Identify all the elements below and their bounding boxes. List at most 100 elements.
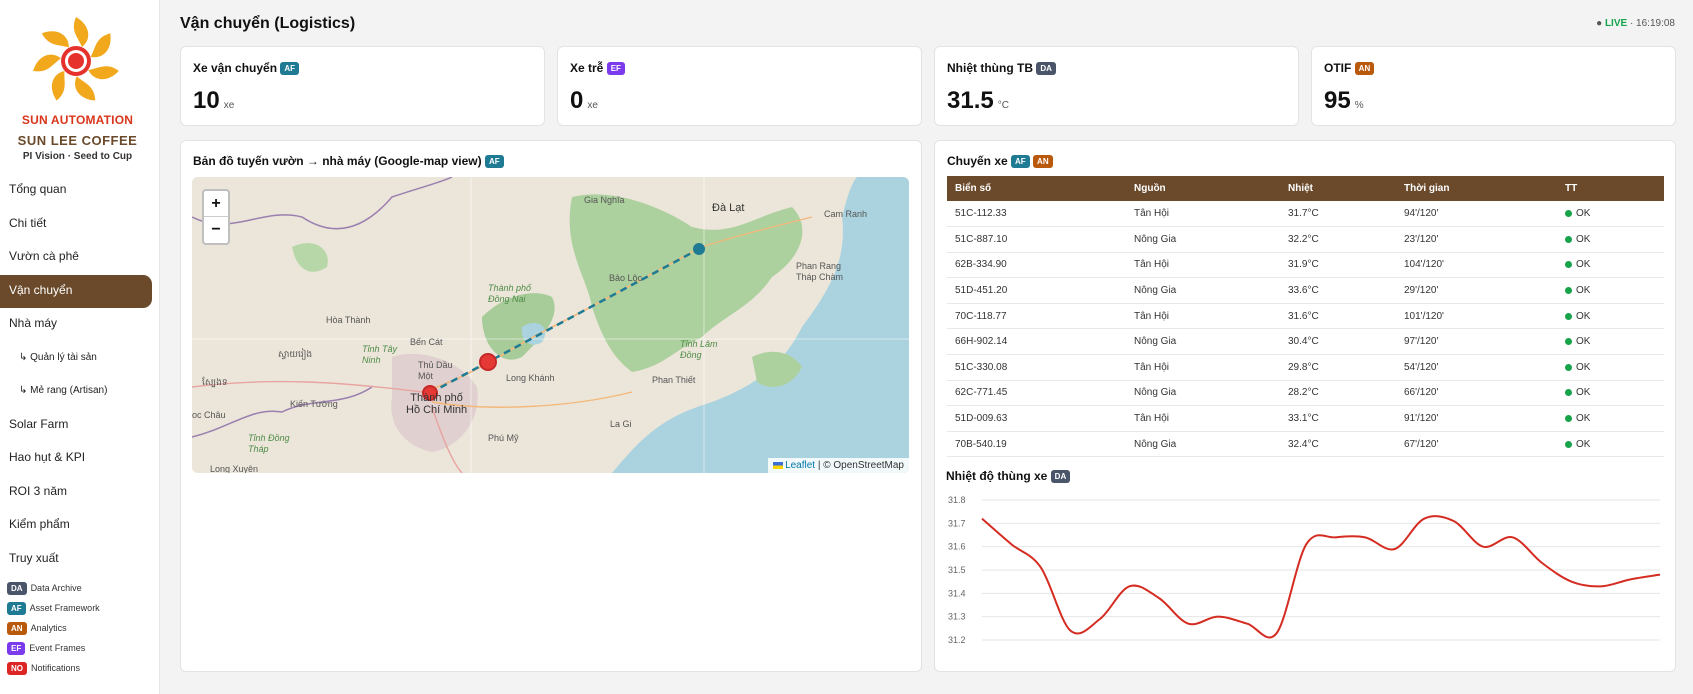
table-cell: 67'/120' (1396, 431, 1557, 458)
status-ok-icon (1565, 389, 1572, 397)
zoom-in-button[interactable]: + (204, 191, 228, 217)
table-cell: 31.7°C (1280, 201, 1396, 228)
table-row[interactable]: 51C-887.10 Nông Gia 32.2°C 23'/120' OK (947, 226, 1664, 253)
live-status: ● LIVE · 16:19:08 (1596, 18, 1675, 29)
legend-label: Event Frames (29, 643, 86, 653)
status-text: OK (1576, 361, 1591, 373)
table-row[interactable]: 51C-330.08 Tân Hội 29.8°C 54'/120' OK (947, 354, 1664, 381)
trips-title: Chuyến xe (947, 154, 1008, 168)
table-cell: Nông Gia (1126, 431, 1280, 458)
map-label: Phú Mỹ (488, 433, 519, 443)
status-cell: OK (1557, 226, 1664, 253)
trips-badge: AN (1033, 155, 1053, 169)
kpi-badge: AF (280, 62, 300, 76)
table-row[interactable]: 51C-112.33 Tân Hội 31.7°C 94'/120' OK (947, 201, 1664, 228)
status-ok-icon (1565, 286, 1572, 294)
map-badge: AF (484, 155, 504, 169)
sidebar-item-solar-farm[interactable]: Solar Farm (0, 409, 160, 443)
table-cell: 32.2°C (1280, 226, 1396, 253)
kpi-title: Xe trễ (570, 61, 604, 75)
y-tick-label: 31.8 (948, 495, 966, 505)
kpi-badge: EF (606, 62, 625, 76)
column-header[interactable]: Nhiệt (1280, 176, 1396, 201)
column-header[interactable]: Biển số (947, 176, 1126, 201)
table-row[interactable]: 62B-334.90 Tân Hội 31.9°C 104'/120' OK (947, 252, 1664, 279)
y-tick-label: 31.7 (948, 518, 966, 528)
table-cell: 54'/120' (1396, 354, 1557, 381)
table-cell: 62B-334.90 (947, 252, 1126, 279)
legend-item: AN Analytics (7, 618, 100, 638)
table-row[interactable]: 51D-009.63 Tân Hội 33.1°C 91'/120' OK (947, 405, 1664, 432)
table-cell: 51D-451.20 (947, 277, 1126, 304)
kpi-badge: DA (1036, 62, 1056, 76)
sidebar-item-roast-batch[interactable]: ↳ Mẻ rang (Artisan) (0, 375, 160, 409)
map-label: Thủ Dầu Một (418, 360, 453, 381)
table-row[interactable]: 70B-540.19 Nông Gia 32.4°C 67'/120' OK (947, 431, 1664, 458)
map-label: Cam Ranh (824, 209, 868, 219)
status-cell: OK (1557, 431, 1664, 458)
kpi-value: 95 (1324, 87, 1351, 114)
brand-name: SUN AUTOMATION (21, 113, 134, 127)
table-cell: 28.2°C (1280, 380, 1396, 407)
kpi-badge: AN (1354, 62, 1375, 76)
sidebar: SUN AUTOMATION SUN LEE COFFEE PI Vision … (0, 0, 160, 694)
kpi-unit: xe (587, 100, 598, 111)
status-text: OK (1576, 438, 1591, 450)
sidebar-item-asset-management[interactable]: ↳ Quản lý tài sản (0, 342, 160, 376)
column-header[interactable]: Nguồn (1126, 176, 1280, 201)
sidebar-item-traceability[interactable]: Truy xuất (0, 543, 160, 577)
sidebar-item-logistics[interactable]: Vận chuyển (0, 274, 152, 308)
legend-label: Notifications (31, 663, 81, 673)
map-tiles (192, 177, 909, 473)
table-cell: 66'/120' (1396, 380, 1557, 407)
map-panel-title-row: Bản đồ tuyến vườn → nhà máy (Google-map … (193, 154, 504, 169)
table-cell: Nông Gia (1126, 380, 1280, 407)
legend-label: Analytics (30, 623, 67, 633)
legend-label: Data Archive (30, 583, 82, 593)
map-label: Bến Cát (410, 337, 443, 347)
table-cell: 97'/120' (1396, 328, 1557, 356)
legend-label: Asset Framework (29, 603, 100, 613)
status-ok-icon (1565, 261, 1572, 269)
sidebar-item-quality-check[interactable]: Kiểm phẩm (0, 509, 160, 543)
kpi-value-row: 95% (1324, 87, 1364, 115)
leaflet-link[interactable]: Leaflet (785, 460, 815, 471)
status-cell: OK (1557, 252, 1664, 279)
table-cell: Tân Hội (1126, 303, 1280, 330)
zoom-out-button[interactable]: − (204, 217, 228, 243)
sidebar-item-factory[interactable]: Nhà máy (0, 308, 160, 342)
status-text: OK (1576, 413, 1591, 425)
table-row[interactable]: 62C-771.45 Nông Gia 28.2°C 66'/120' OK (947, 380, 1664, 407)
map-label: Phan Thiết (652, 375, 696, 385)
table-cell: Tân Hội (1126, 405, 1280, 432)
status-cell: OK (1557, 303, 1664, 330)
kpi-title-row: Nhiệt thùng TB DA (947, 61, 1056, 76)
legend-item: NO Notifications (7, 658, 100, 678)
status-cell: OK (1557, 328, 1664, 356)
column-header[interactable]: Thời gian (1396, 176, 1557, 201)
table-row[interactable]: 70C-118.77 Tân Hội 31.6°C 101'/120' OK (947, 303, 1664, 330)
y-tick-label: 31.2 (948, 635, 966, 645)
sidebar-item-details[interactable]: Chi tiết (0, 208, 160, 242)
page-title: Vận chuyển (Logistics) (180, 15, 356, 32)
kpi-title: Xe vận chuyển (193, 61, 278, 75)
route-map[interactable]: Gia Nghĩa Đà Lạt Cam Ranh Bảo Lộc Phan R… (192, 177, 909, 473)
kpi-value-row: 31.5 °C (947, 87, 1009, 115)
status-cell: OK (1557, 277, 1664, 304)
zoom-control: + − (202, 189, 230, 245)
table-row[interactable]: 51D-451.20 Nông Gia 33.6°C 29'/120' OK (947, 277, 1664, 304)
brand-product: SUN LEE COFFEE (17, 133, 138, 148)
sidebar-item-coffee-farm[interactable]: Vườn cà phê (0, 241, 160, 275)
table-row[interactable]: 66H-902.14 Nông Gia 30.4°C 97'/120' OK (947, 328, 1664, 356)
y-tick-label: 31.3 (948, 612, 966, 622)
column-header[interactable]: TT (1557, 176, 1664, 201)
status-text: OK (1576, 208, 1591, 220)
y-tick-label: 31.4 (948, 588, 966, 598)
sidebar-item-loss-kpi[interactable]: Hao hụt & KPI (0, 442, 160, 476)
map-label: Long Khánh (506, 373, 555, 383)
sidebar-item-overview[interactable]: Tổng quan (0, 174, 160, 208)
map-label: Bảo Lộc (609, 273, 643, 283)
sidebar-item-roi[interactable]: ROI 3 năm (0, 476, 160, 510)
legend-item: DA Data Archive (7, 578, 100, 598)
table-cell: 29'/120' (1396, 277, 1557, 304)
